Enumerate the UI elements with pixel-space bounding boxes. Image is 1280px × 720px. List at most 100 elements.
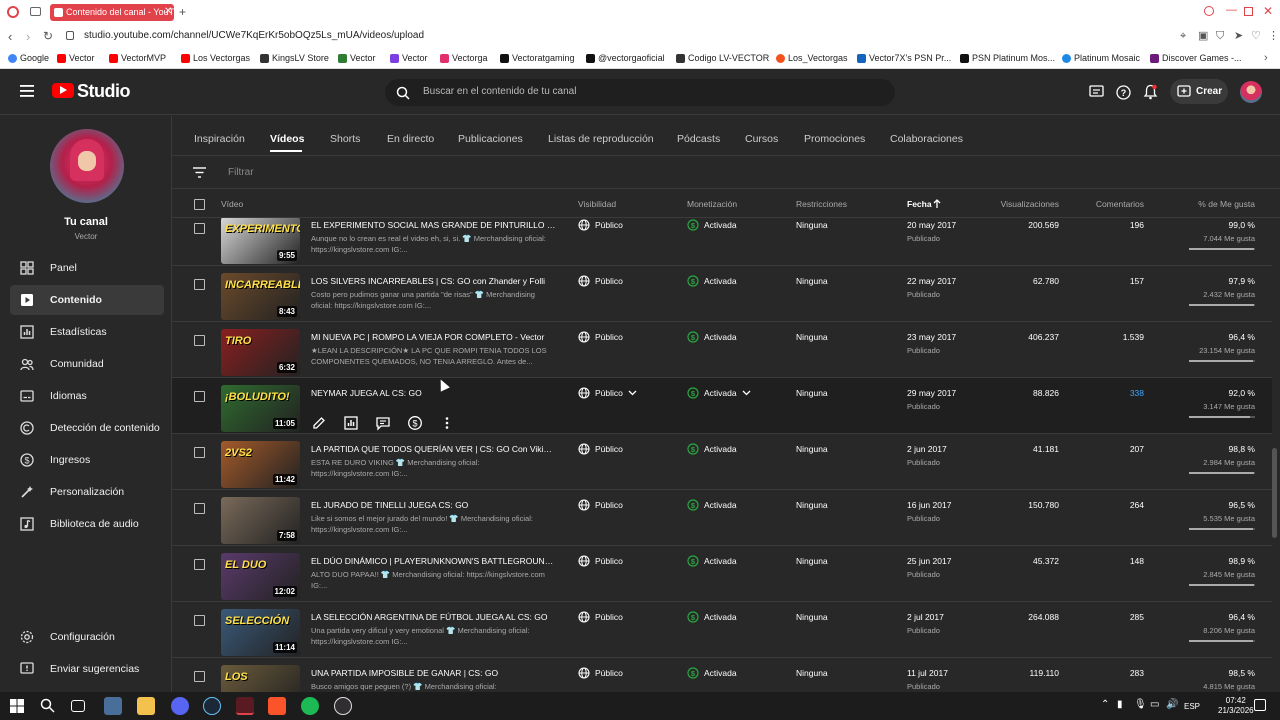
scrollbar-thumb[interactable] xyxy=(1272,448,1277,538)
row-checkbox[interactable] xyxy=(194,447,205,458)
sort-ascending-icon[interactable] xyxy=(933,199,941,209)
sidebar-item-community[interactable]: Comunidad xyxy=(10,349,164,379)
sidebar-item-languages[interactable]: Idiomas xyxy=(10,381,164,411)
discord-icon[interactable] xyxy=(171,697,189,715)
sidebar-item-analytics[interactable]: Estadísticas xyxy=(10,317,164,347)
video-title[interactable]: NEYMAR JUEGA AL CS: GO xyxy=(311,388,556,398)
folder-icon[interactable] xyxy=(137,697,155,715)
row-checkbox[interactable] xyxy=(194,223,205,234)
url-input[interactable]: studio.youtube.com/channel/UCWe7KqErKr5o… xyxy=(84,30,424,41)
sidebar-item-feedback[interactable]: Enviar sugerencias xyxy=(10,654,164,684)
hamburger-menu-icon[interactable] xyxy=(20,85,34,97)
monetization-cell[interactable]: $ Activada xyxy=(687,219,737,231)
video-thumbnail[interactable]: LOS xyxy=(221,665,300,692)
tab-inspiration[interactable]: Inspiración xyxy=(194,133,245,145)
row-checkbox[interactable] xyxy=(194,335,205,346)
row-checkbox[interactable] xyxy=(194,503,205,514)
bookmark[interactable]: Google xyxy=(8,53,49,63)
bookmark[interactable]: VectorMVP xyxy=(109,53,166,63)
monetization-cell[interactable]: $ Activada xyxy=(687,611,737,623)
table-row[interactable]: ¡BOLUDITO! 11:05 NEYMAR JUEGA AL CS: GO $ Pú… xyxy=(172,378,1272,434)
monetization-cell[interactable]: $ Activada xyxy=(687,275,737,287)
forward-icon[interactable]: › xyxy=(26,30,30,43)
spotify-icon[interactable] xyxy=(301,697,319,715)
video-title[interactable]: EL JURADO DE TINELLI JUEGA CS: GO xyxy=(311,500,556,510)
bookmark[interactable]: PSN Platinum Mos... xyxy=(960,53,1055,63)
chevron-down-icon[interactable] xyxy=(742,390,751,396)
video-title[interactable]: LOS SILVERS INCARREABLES | CS: GO con Zh… xyxy=(311,276,556,286)
tab-live[interactable]: En directo xyxy=(387,133,434,145)
row-checkbox[interactable] xyxy=(194,391,205,402)
tab-courses[interactable]: Cursos xyxy=(745,133,778,145)
tab-playlists[interactable]: Listas de reproducción xyxy=(548,133,654,145)
windows-start-icon[interactable] xyxy=(10,699,24,713)
column-header-views[interactable]: Visualizaciones xyxy=(1001,199,1059,209)
bookmark[interactable]: Discover Games -... xyxy=(1150,53,1242,63)
chevron-up-icon[interactable]: ⌃ xyxy=(1101,699,1109,710)
monetization-cell[interactable]: $ Activada xyxy=(687,443,737,455)
sidebar-item-audio-library[interactable]: Biblioteca de audio xyxy=(10,509,164,539)
messages-icon[interactable] xyxy=(1089,85,1104,99)
close-window-icon[interactable]: ✕ xyxy=(1263,5,1273,17)
network-icon[interactable]: ▭ xyxy=(1150,699,1159,710)
opera-taskbar-icon[interactable] xyxy=(236,697,254,715)
task-view-icon[interactable] xyxy=(71,700,85,712)
video-thumbnail[interactable]: SELECCIÓN 11:14 xyxy=(221,609,300,656)
youtube-logo-icon[interactable] xyxy=(52,83,74,98)
menu-dots-icon[interactable]: ⋮ xyxy=(1268,31,1279,42)
help-icon[interactable]: ? xyxy=(1116,85,1131,100)
send-icon[interactable]: ➤ xyxy=(1234,31,1243,42)
visibility-cell[interactable]: Público xyxy=(578,499,623,511)
table-row[interactable]: SELECCIÓN 11:14 LA SELECCIÓN ARGENTINA DE … xyxy=(172,602,1272,658)
more-options-icon[interactable] xyxy=(439,415,455,431)
search-tabs-icon[interactable] xyxy=(1204,6,1214,16)
bookmark[interactable]: Platinum Mosaic xyxy=(1062,53,1140,63)
video-title[interactable]: EL DÚO DINÁMICO | PLAYERUNKNOWN'S BATTLE… xyxy=(311,556,556,566)
table-row[interactable]: LOS UNA PARTIDA IMPOSIBLE DE GANAR | CS: … xyxy=(172,658,1272,692)
bookmark[interactable]: @vectorgaoficial xyxy=(586,53,665,63)
row-checkbox[interactable] xyxy=(194,279,205,290)
sidebar-item-content-detection[interactable]: Detección de contenido xyxy=(10,413,164,443)
tab-promotions[interactable]: Promociones xyxy=(804,133,865,145)
monetization-cell[interactable]: $ Activada xyxy=(687,387,751,399)
create-button[interactable]: Crear xyxy=(1170,79,1228,104)
account-avatar[interactable] xyxy=(1240,81,1262,103)
bookmark[interactable]: Vectoratgaming xyxy=(500,53,575,63)
video-thumbnail[interactable]: 7:58 xyxy=(221,497,300,544)
comments-icon[interactable] xyxy=(375,415,391,431)
monetization-cell[interactable]: $ Activada xyxy=(687,555,737,567)
sidebar-item-customization[interactable]: Personalización xyxy=(10,477,164,507)
tray-usb-icon[interactable]: ▮ xyxy=(1117,699,1123,710)
row-checkbox[interactable] xyxy=(194,615,205,626)
sidebar-item-panel[interactable]: Panel xyxy=(10,253,164,283)
workspaces-icon[interactable] xyxy=(30,7,41,16)
clock[interactable]: 07:42 21/3/2026 xyxy=(1218,696,1254,716)
bookmark[interactable]: Vectorga xyxy=(440,53,488,63)
more-bookmarks-icon[interactable]: › xyxy=(1264,53,1268,64)
video-thumbnail[interactable]: EXPERIMENTO 9:55 xyxy=(221,218,300,264)
reload-icon[interactable]: ↻ xyxy=(43,30,53,42)
select-all-checkbox[interactable] xyxy=(194,199,205,210)
monetization-cell[interactable]: $ Activada xyxy=(687,331,737,343)
video-title[interactable]: LA SELECCIÓN ARGENTINA DE FÚTBOL JUEGA A… xyxy=(311,612,556,622)
back-icon[interactable]: ‹ xyxy=(8,30,12,43)
file-explorer-taskbar-icon[interactable] xyxy=(104,697,122,715)
video-title[interactable]: MI NUEVA PC | ROMPO LA VIEJA POR COMPLET… xyxy=(311,332,556,342)
snapshot-icon[interactable]: ▣ xyxy=(1198,31,1208,42)
browser-tab-active[interactable]: Contenido del canal - YouT xyxy=(50,4,174,21)
scrollbar[interactable] xyxy=(1272,218,1277,692)
monetization-cell[interactable]: $ Activada xyxy=(687,499,737,511)
video-thumbnail[interactable]: 2VS2 11:42 xyxy=(221,441,300,488)
brave-icon[interactable] xyxy=(268,697,286,715)
table-row[interactable]: 7:58 EL JURADO DE TINELLI JUEGA CS: GO Lik… xyxy=(172,490,1272,546)
video-thumbnail[interactable]: INCARREABLES 8:43 xyxy=(221,273,300,320)
tab-videos[interactable]: Vídeos xyxy=(270,133,304,145)
video-title[interactable]: LA PARTIDA QUE TODOS QUERÍAN VER | CS: G… xyxy=(311,444,556,454)
chevron-down-icon[interactable] xyxy=(628,390,637,396)
visibility-cell[interactable]: Público xyxy=(578,443,623,455)
bookmark[interactable]: Codigo LV-VECTOR xyxy=(676,53,769,63)
analytics-icon[interactable] xyxy=(343,415,359,431)
volume-icon[interactable]: 🔊 xyxy=(1166,699,1178,710)
language-indicator[interactable]: ESP xyxy=(1184,702,1200,711)
table-row[interactable]: EXPERIMENTO 9:55 EL EXPERIMENTO SOCIAL MAS… xyxy=(172,218,1272,266)
